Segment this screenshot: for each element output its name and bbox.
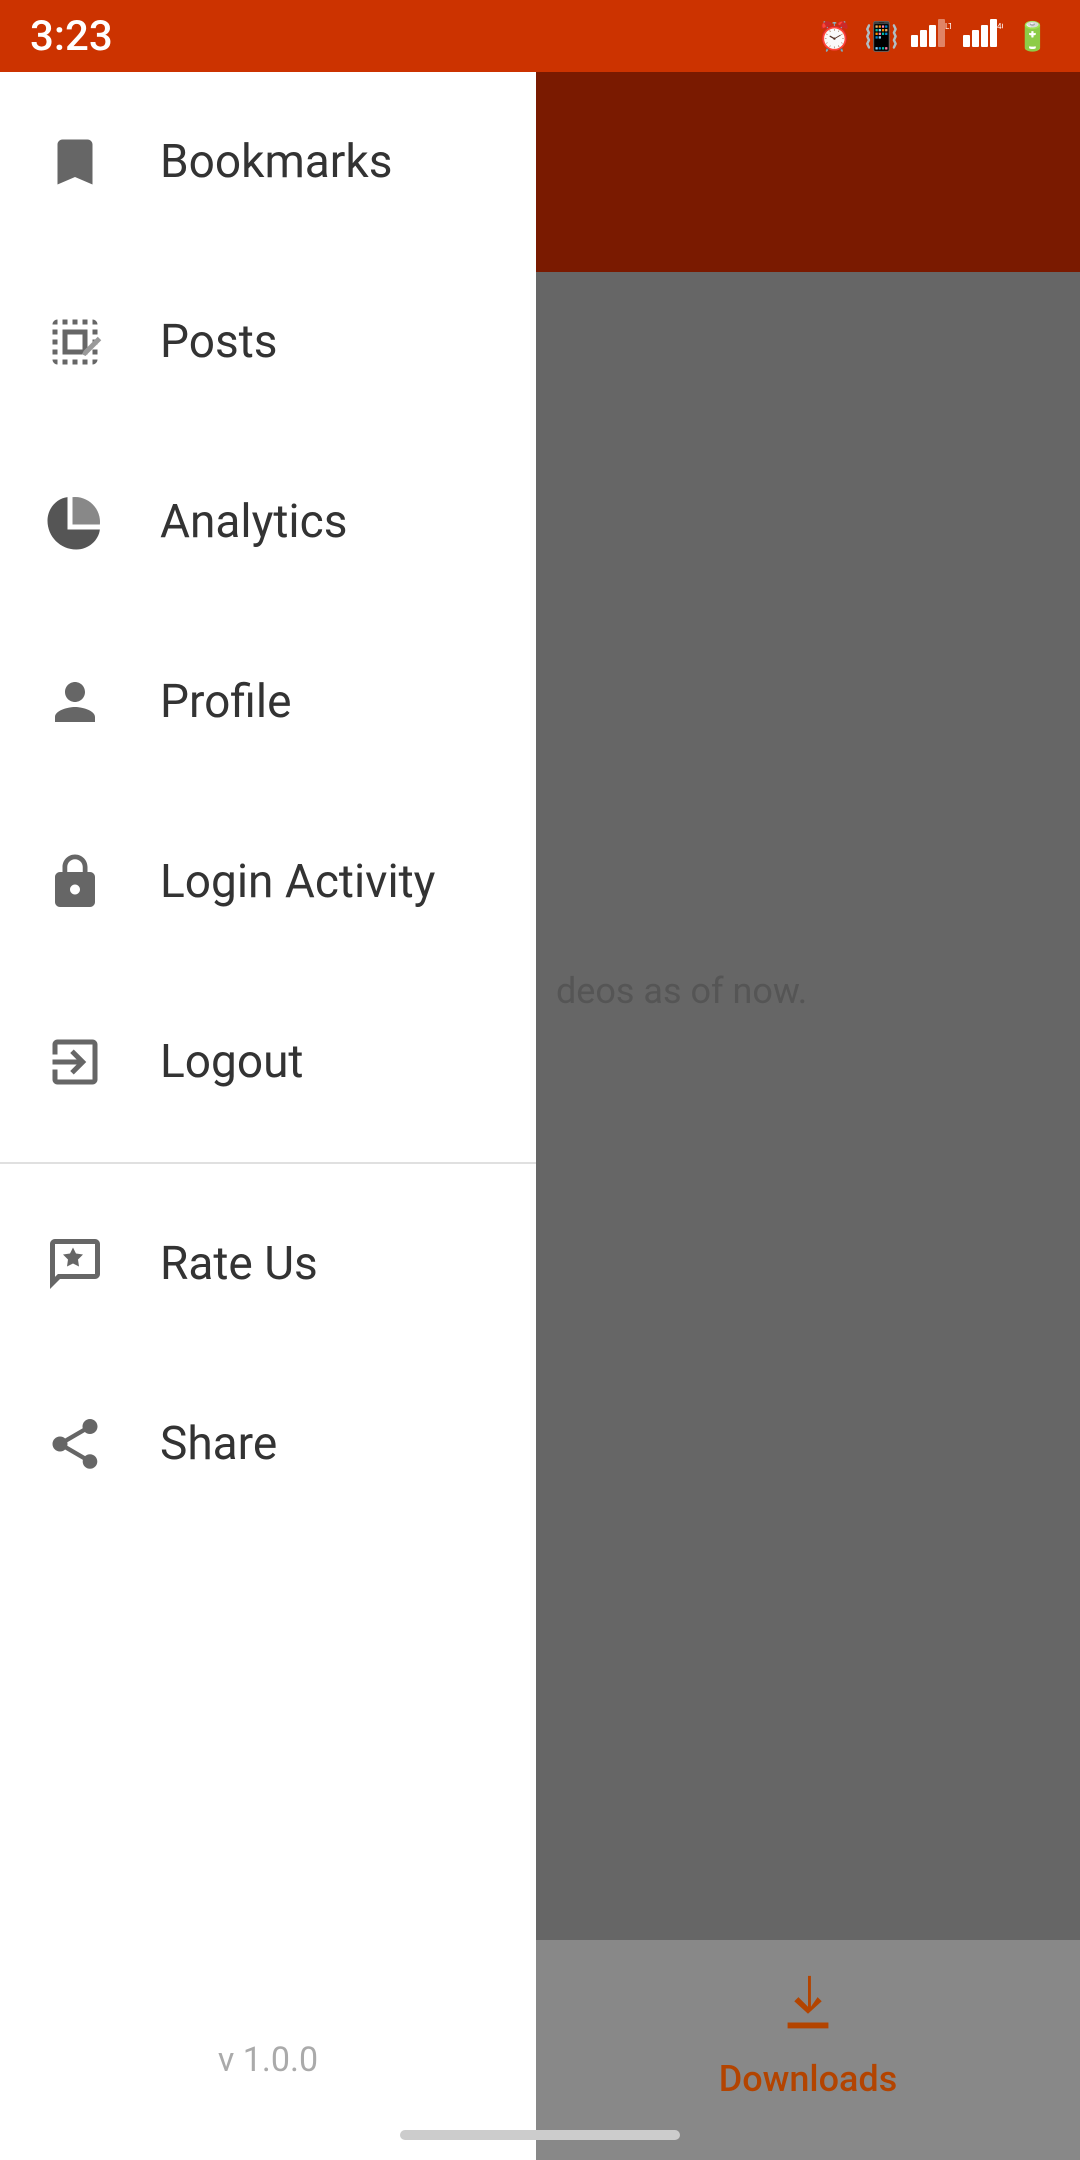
status-bar: 3:23 ⏰ 📳 LTE 4G 🔋 [0, 0, 1080, 72]
rate-icon [40, 1229, 110, 1299]
svg-text:4G: 4G [997, 22, 1003, 31]
battery-icon: 🔋 [1015, 20, 1050, 53]
bookmark-icon [40, 127, 110, 197]
sidebar-item-rate-us[interactable]: Rate Us [0, 1174, 536, 1354]
signal-icon-1: LTE [911, 19, 951, 53]
body-text: deos as of now. [536, 950, 1080, 1032]
posts-label: Posts [160, 315, 278, 369]
navigation-drawer: Bookmarks Posts Analytics [0, 72, 536, 2160]
sidebar-item-login-activity[interactable]: Login Activity [0, 792, 536, 972]
sidebar-item-share[interactable]: Share [0, 1354, 536, 1534]
status-time: 3:23 [30, 12, 113, 61]
downloads-bar[interactable]: Downloads [536, 1940, 1080, 2160]
lock-icon [40, 847, 110, 917]
sidebar-item-bookmarks[interactable]: Bookmarks [0, 72, 536, 252]
sidebar-item-analytics[interactable]: Analytics [0, 432, 536, 612]
analytics-icon [40, 487, 110, 557]
status-icons: ⏰ 📳 LTE 4G 🔋 [817, 19, 1050, 53]
logout-label: Logout [160, 1035, 303, 1089]
home-indicator [400, 2130, 680, 2140]
analytics-label: Analytics [160, 495, 347, 549]
sidebar-item-logout[interactable]: Logout [0, 972, 536, 1152]
downloads-icon [773, 1970, 843, 2050]
alarm-icon: ⏰ [817, 20, 852, 53]
signal-icon-2: 4G [963, 19, 1003, 53]
share-icon [40, 1409, 110, 1479]
menu-divider [0, 1162, 536, 1164]
share-label: Share [160, 1417, 277, 1471]
bookmarks-label: Bookmarks [160, 135, 392, 189]
vibration-icon: 📳 [864, 20, 899, 53]
sidebar-item-profile[interactable]: Profile [0, 612, 536, 792]
version-text: v 1.0.0 [0, 2040, 536, 2080]
profile-icon [40, 667, 110, 737]
posts-icon [40, 307, 110, 377]
logout-icon [40, 1027, 110, 1097]
login-activity-label: Login Activity [160, 855, 435, 909]
rate-us-label: Rate Us [160, 1237, 318, 1291]
profile-label: Profile [160, 675, 291, 729]
downloads-label: Downloads [719, 2058, 898, 2100]
header-right-background [536, 72, 1080, 272]
sidebar-item-posts[interactable]: Posts [0, 252, 536, 432]
svg-text:LTE: LTE [945, 22, 951, 31]
